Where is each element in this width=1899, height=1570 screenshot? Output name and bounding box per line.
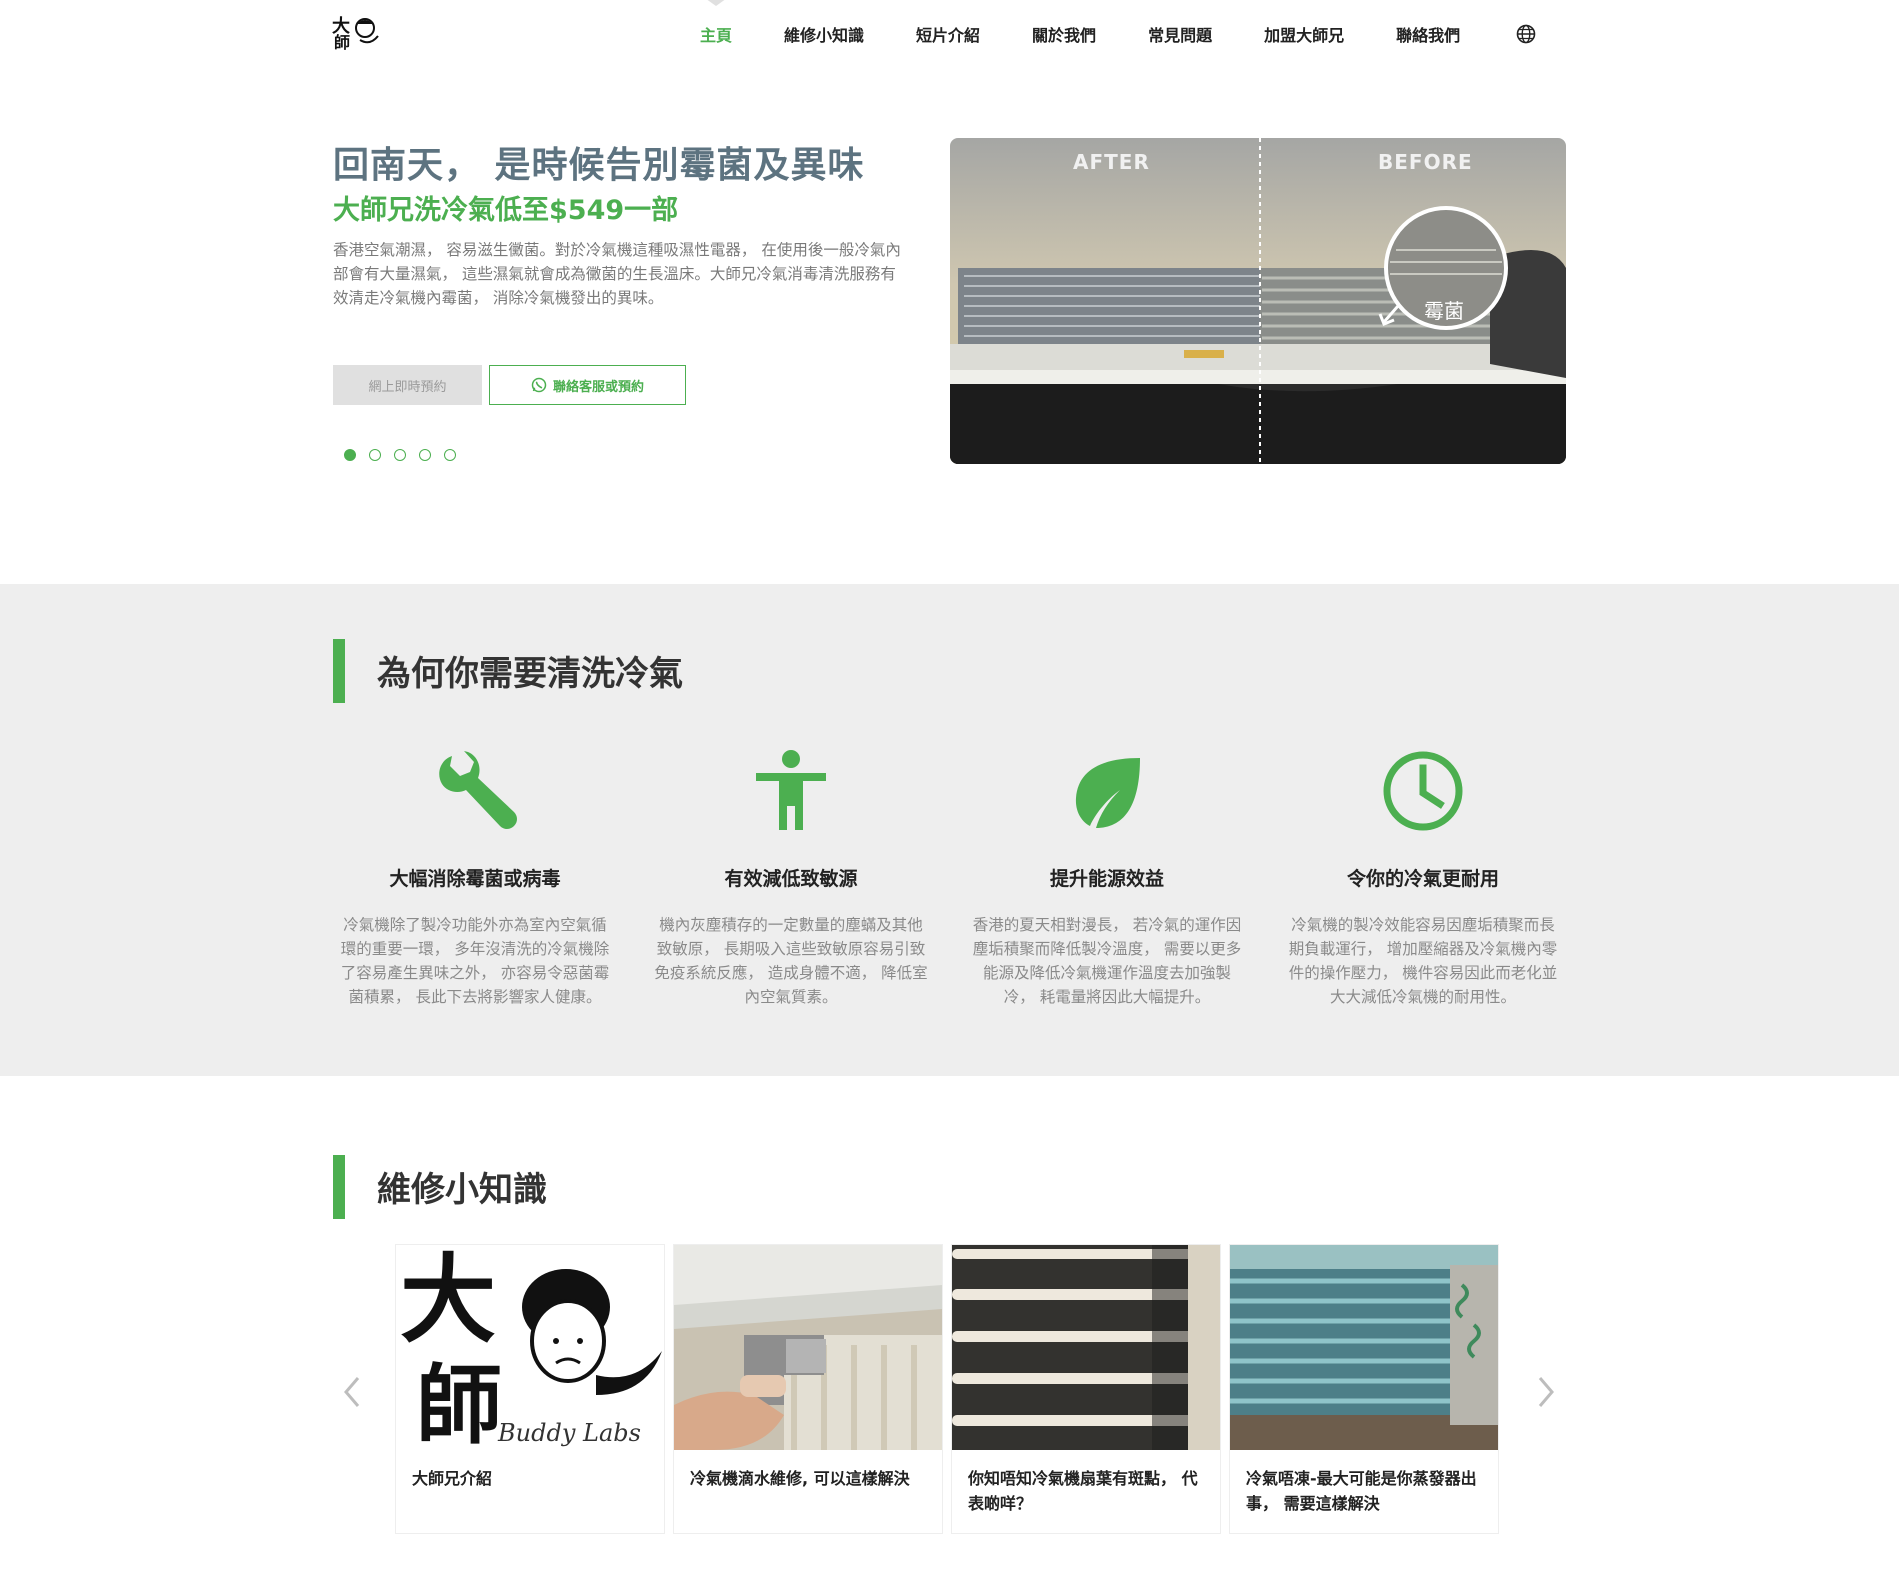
knowledge-section-title: 維修小知識 (377, 1170, 547, 1210)
carousel-dot[interactable] (419, 449, 431, 461)
section-accent-bar (333, 1155, 345, 1219)
aircon-before-after-photo: 霉菌 (950, 138, 1566, 464)
feature-title: 提升能源效益 (1049, 868, 1164, 890)
nav-home[interactable]: 主頁 (700, 0, 733, 46)
card-title: 冷氣唔凍-最大可能是你蒸發器出事， 需要這樣解決 (1246, 1469, 1477, 1513)
feature-item: 有效減低致敏源 機內灰塵積存的一定數量的塵蟎及其他致敏原， 長期吸入這些致敏原容… (653, 746, 929, 1009)
feature-title: 有效減低致敏源 (724, 868, 858, 890)
feature-description: 冷氣機的製冷效能容易因塵垢積聚而長期負載運行， 增加壓縮器及冷氣機內零件的操作壓… (1288, 916, 1558, 1006)
card-title: 你知唔知冷氣機扇葉有斑點， 代表啲咩？ (968, 1469, 1198, 1513)
feature-item: 大幅消除霉菌或病毒 冷氣機除了製冷功能外亦為室內空氣循環的重要一環， 多年沒清洗… (337, 746, 613, 1009)
carousel-prev-icon[interactable] (338, 1372, 368, 1412)
nav-faq[interactable]: 常見問題 (1148, 22, 1212, 46)
contact-service-button[interactable]: 聯絡客服或預約 (489, 365, 686, 405)
feature-title: 大幅消除霉菌或病毒 (389, 868, 561, 890)
why-clean-section: 為何你需要清洗冷氣 大幅消除霉菌或病毒 冷氣機除了製冷功能外亦為室內空氣循環的重… (0, 584, 1899, 1076)
buddy-labs-text: Buddy Labs (497, 1419, 641, 1447)
nav-videos[interactable]: 短片介紹 (916, 22, 980, 46)
feature-item: 提升能源效益 香港的夏天相對漫長， 若冷氣的運作因塵垢積聚而降低製冷溫度， 需要… (969, 746, 1245, 1009)
knowledge-card[interactable]: 冷氣唔凍-最大可能是你蒸發器出事， 需要這樣解決 (1229, 1244, 1499, 1534)
site-header: 大 師 主頁 維修小知識 短片介紹 關於我們 常見問題 加盟大師兄 聯絡我們 (0, 0, 1899, 68)
card-title: 大師兄介紹 (412, 1469, 493, 1488)
contact-service-label: 聯絡客服或預約 (552, 379, 644, 395)
card-title: 冷氣機滴水維修, 可以這樣解決 (690, 1469, 910, 1488)
main-nav: 主頁 維修小知識 短片介紹 關於我們 常見問題 加盟大師兄 聯絡我們 (700, 0, 1536, 68)
carousel-dot[interactable] (444, 449, 456, 461)
section-accent-bar (333, 639, 345, 703)
buddy-labs-logo-image: 大 師 Buddy Labs (396, 1245, 664, 1450)
knowledge-card[interactable]: 大 師 Buddy Labs 大師兄介紹 (395, 1244, 665, 1534)
whatsapp-icon (531, 377, 547, 393)
carousel-next-icon[interactable] (1530, 1372, 1560, 1412)
hero-image: 霉菌 AFTER BEFORE (950, 138, 1566, 464)
before-label: BEFORE (1378, 150, 1473, 174)
carousel-dots (344, 449, 456, 461)
after-label: AFTER (1073, 150, 1150, 174)
aircon-drip-photo (674, 1245, 942, 1450)
knowledge-card[interactable]: 你知唔知冷氣機扇葉有斑點， 代表啲咩？ (951, 1244, 1221, 1534)
book-online-label: 網上即時預約 (368, 379, 447, 395)
hero-subtitle: 大師兄洗冷氣低至$549一部 (333, 195, 679, 226)
feature-description: 香港的夏天相對漫長， 若冷氣的運作因塵垢積聚而降低製冷溫度， 需要以更多能源及降… (972, 916, 1242, 1006)
nav-knowledge[interactable]: 維修小知識 (784, 22, 864, 46)
carousel-dot[interactable] (369, 449, 381, 461)
feature-description: 冷氣機除了製冷功能外亦為室內空氣循環的重要一環， 多年沒清洗的冷氣機除了容易產生… (340, 916, 610, 1006)
nav-contact[interactable]: 聯絡我們 (1396, 22, 1460, 46)
active-nav-indicator (702, 0, 730, 6)
site-logo[interactable]: 大 師 (332, 10, 380, 50)
svg-text:大: 大 (400, 1245, 496, 1356)
feature-item: 令你的冷氣更耐用 冷氣機的製冷效能容易因塵垢積聚而長期負載運行， 增加壓縮器及冷… (1285, 746, 1561, 1009)
feature-title: 令你的冷氣更耐用 (1346, 868, 1499, 890)
hero-description: 香港空氣潮濕， 容易滋生黴菌。對於冷氣機這種吸濕性電器， 在使用後一般冷氣內部會… (333, 241, 901, 307)
svg-text:師: 師 (334, 33, 350, 50)
nav-about[interactable]: 關於我們 (1032, 22, 1096, 46)
globe-icon[interactable] (1516, 24, 1536, 44)
leaf-icon (1075, 758, 1140, 828)
nav-home-label: 主頁 (700, 26, 733, 45)
carousel-dot[interactable] (394, 449, 406, 461)
feature-description: 機內灰塵積存的一定數量的塵蟎及其他致敏原， 長期吸入這些致敏原容易引致免疫系統反… (654, 916, 928, 1006)
person-icon (756, 750, 826, 830)
nav-franchise[interactable]: 加盟大師兄 (1264, 22, 1344, 46)
evaporator-photo (1230, 1245, 1498, 1450)
clock-icon (1383, 751, 1463, 831)
mold-label: 霉菌 (1424, 299, 1464, 323)
hero-title: 回南天， 是時候告別霉菌及異味 (333, 145, 865, 186)
why-section-title: 為何你需要清洗冷氣 (377, 654, 683, 694)
fan-blade-spots-photo (952, 1245, 1220, 1450)
wrench-icon (439, 751, 517, 829)
carousel-dot[interactable] (344, 449, 356, 461)
svg-text:師: 師 (416, 1355, 502, 1450)
knowledge-card[interactable]: 冷氣機滴水維修, 可以這樣解決 (673, 1244, 943, 1534)
book-online-button[interactable]: 網上即時預約 (333, 365, 482, 405)
